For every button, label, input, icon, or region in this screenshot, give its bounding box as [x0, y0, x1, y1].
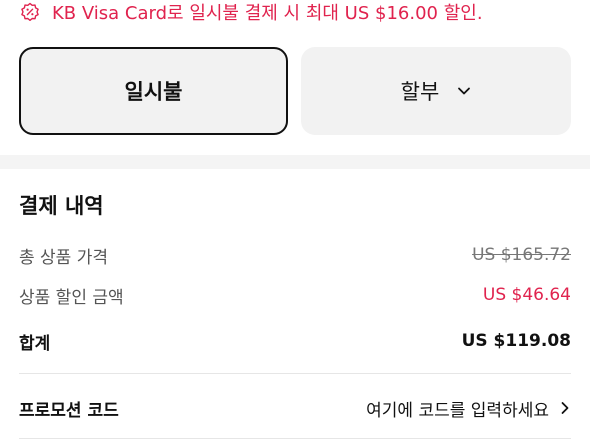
- promo-code-entry-text: 여기에 코드를 입력하세요: [366, 400, 549, 421]
- promo-banner: KB Visa Card로 일시불 결제 시 최대 US $16.00 할인.: [0, 0, 590, 30]
- section-divider: [0, 155, 590, 169]
- promo-code-row[interactable]: 프로모션 코드 여기에 코드를 입력하세요: [19, 392, 571, 424]
- promo-code-entry[interactable]: 여기에 코드를 입력하세요: [366, 396, 571, 421]
- discount-row: 상품 할인 금액 US $46.64: [19, 280, 571, 310]
- installment-payment-label: 할부: [400, 80, 440, 104]
- divider-line: [19, 373, 571, 374]
- one-time-payment-label: 일시불: [124, 80, 183, 104]
- discount-badge-icon: [21, 2, 39, 21]
- installment-payment-button[interactable]: 할부: [301, 47, 571, 135]
- promo-code-label: 프로모션 코드: [19, 400, 119, 421]
- subtotal-label: 총 상품 가격: [19, 247, 109, 268]
- total-value: US $119.08: [461, 331, 571, 351]
- subtotal-value: US $165.72: [472, 245, 571, 265]
- payment-summary-title: 결제 내역: [19, 194, 104, 218]
- total-row: 합계 US $119.08: [19, 326, 571, 356]
- promo-banner-text: KB Visa Card로 일시불 결제 시 최대 US $16.00 할인.: [52, 3, 483, 24]
- discount-label: 상품 할인 금액: [19, 287, 124, 308]
- subtotal-row: 총 상품 가격 US $165.72: [19, 240, 571, 270]
- chevron-down-icon: [458, 87, 471, 95]
- divider-line-bottom: [19, 438, 571, 439]
- one-time-payment-button[interactable]: 일시불: [19, 47, 288, 135]
- total-label: 합계: [19, 333, 51, 354]
- chevron-right-icon: [561, 402, 569, 414]
- discount-value: US $46.64: [482, 285, 571, 305]
